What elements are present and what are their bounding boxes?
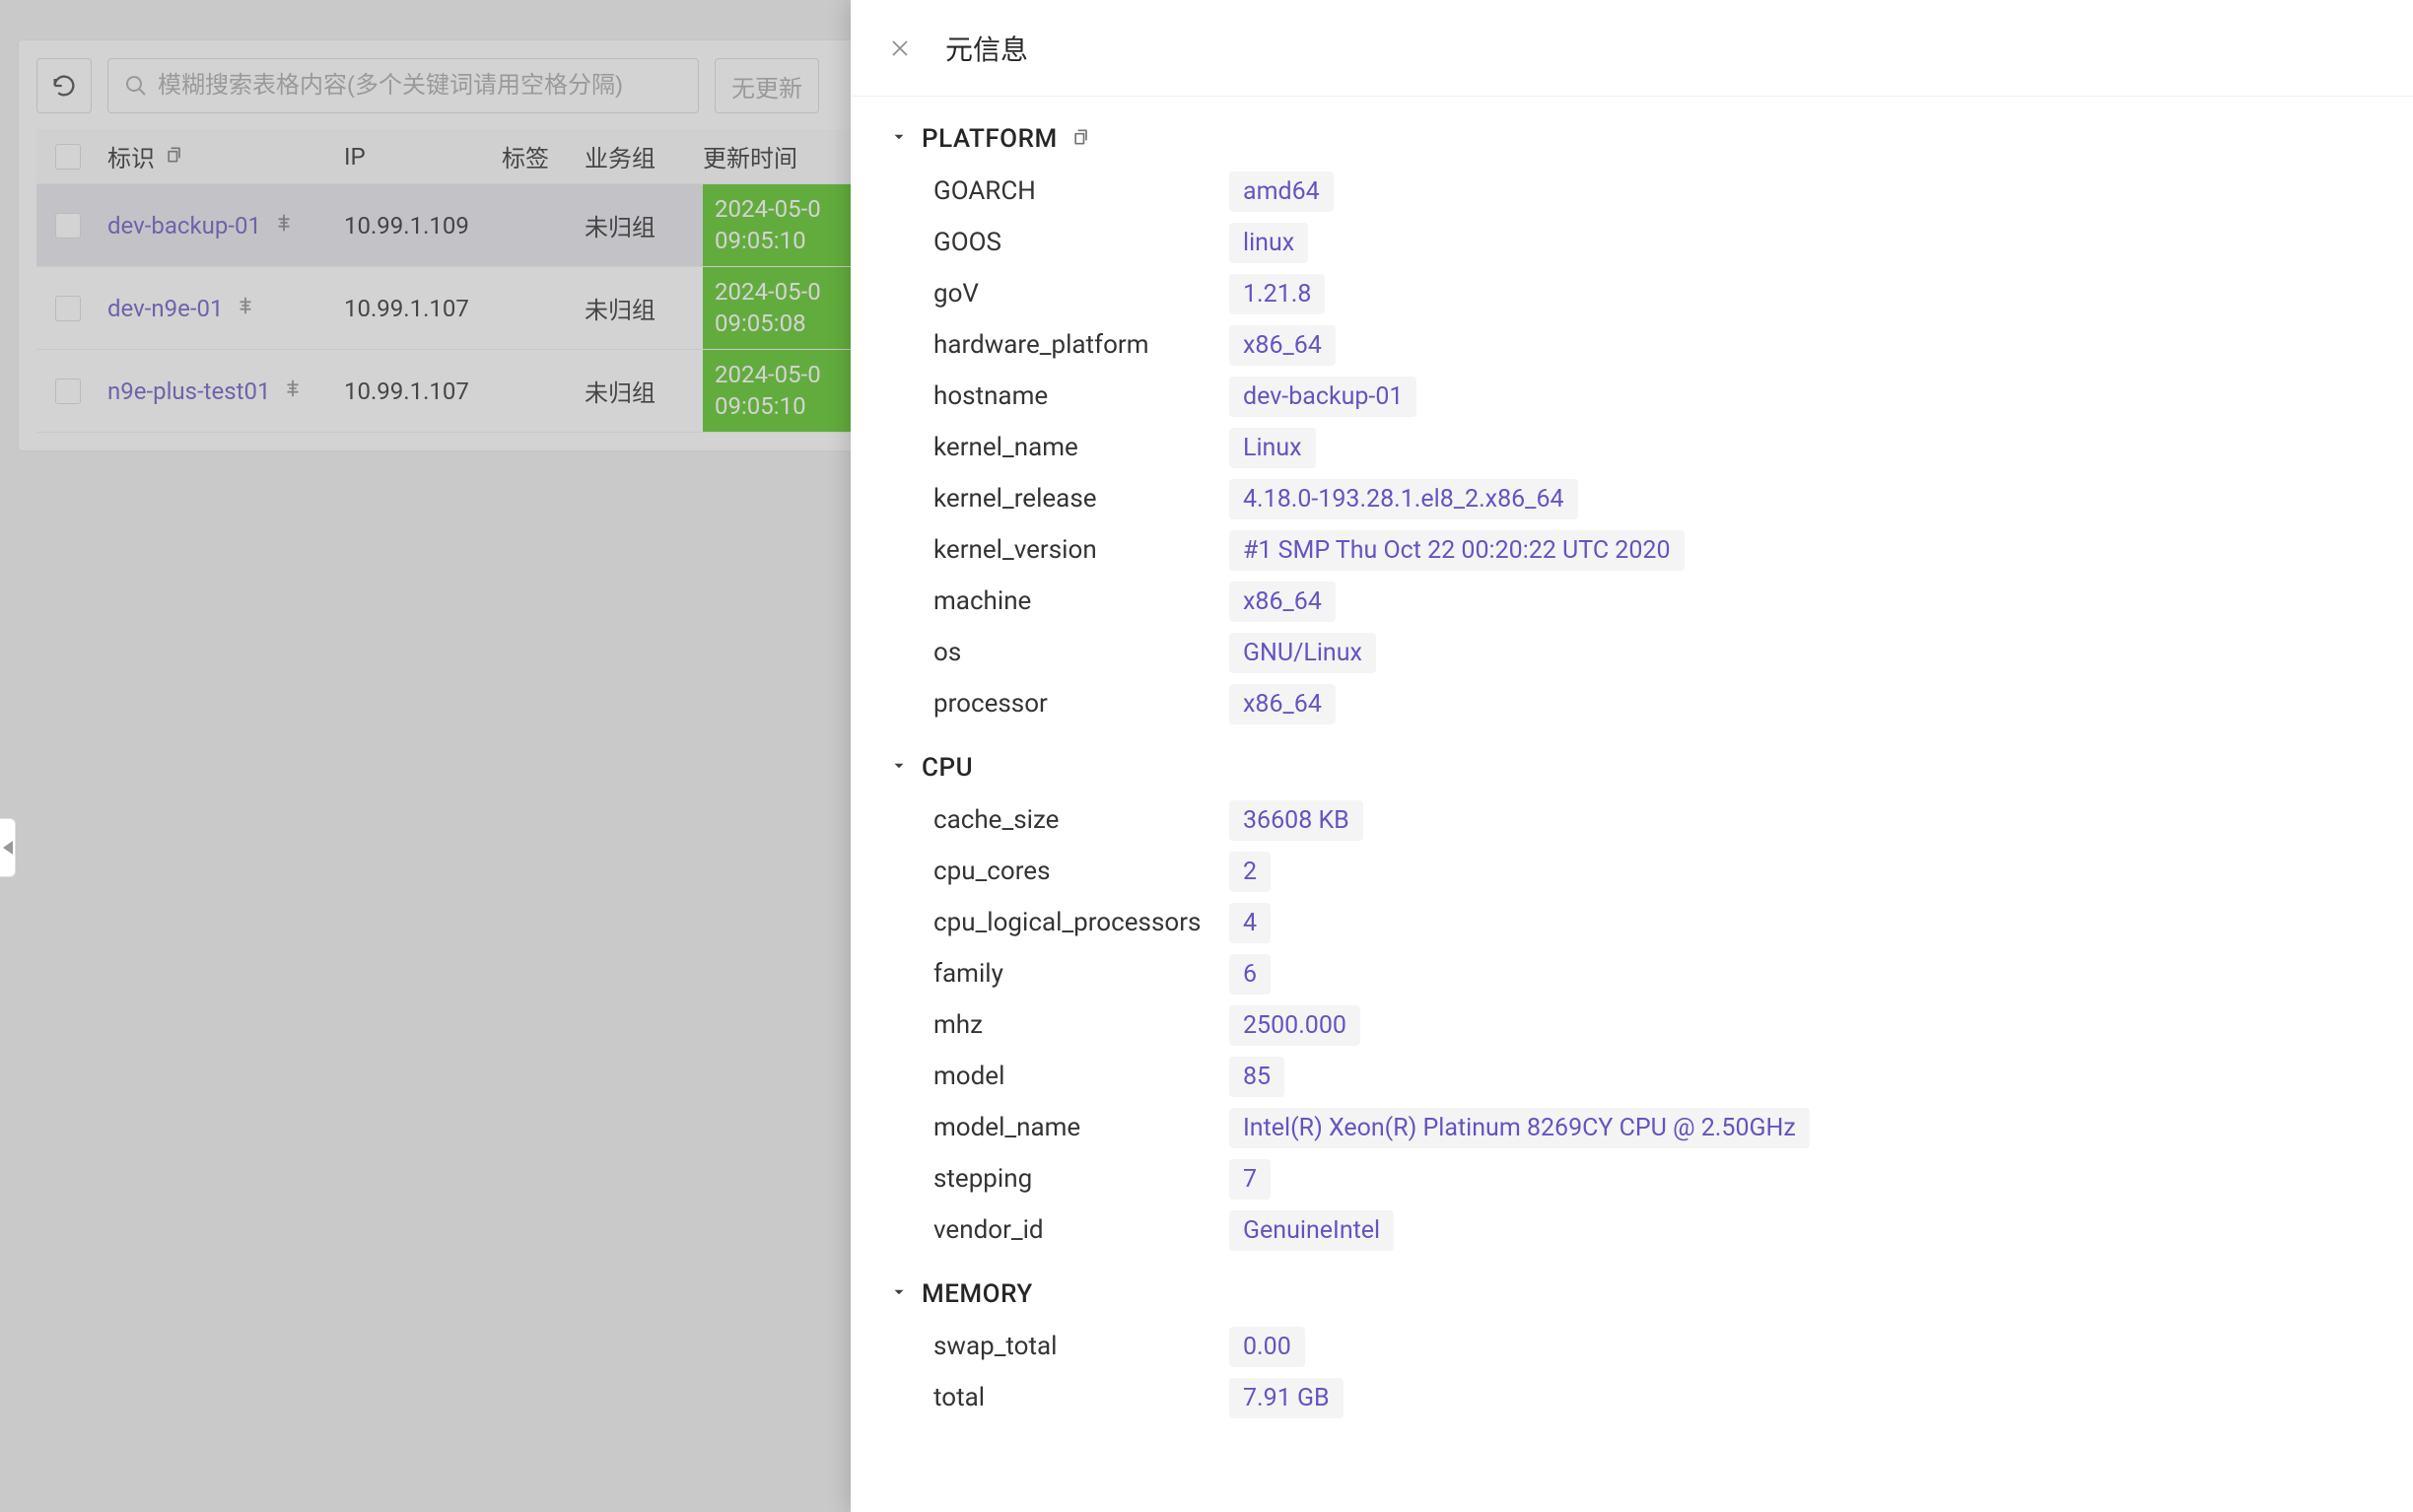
kv-row: cpu_cores2 xyxy=(933,846,2374,897)
copy-icon[interactable] xyxy=(1071,127,1091,151)
kv-value: 4 xyxy=(1229,903,1271,943)
kv-row: mhz2500.000 xyxy=(933,999,2374,1051)
kv-key: kernel_release xyxy=(933,484,1229,514)
sidebar-collapse-handle[interactable] xyxy=(0,818,16,877)
kv-value: dev-backup-01 xyxy=(1229,377,1416,417)
section-title: PLATFORM xyxy=(922,124,1058,154)
kv-row: goV1.21.8 xyxy=(933,268,2374,319)
kv-row: processorx86_64 xyxy=(933,678,2374,729)
kv-row: cpu_logical_processors4 xyxy=(933,897,2374,948)
kv-value: 6 xyxy=(1229,954,1271,995)
kv-row: hardware_platformx86_64 xyxy=(933,319,2374,371)
kv-key: os xyxy=(933,638,1229,667)
kv-list: swap_total0.00total7.91 GB xyxy=(890,1321,2374,1423)
kv-row: family6 xyxy=(933,948,2374,999)
kv-key: vendor_id xyxy=(933,1215,1229,1245)
kv-key: goV xyxy=(933,279,1229,309)
kv-key: stepping xyxy=(933,1164,1229,1194)
kv-value: x86_64 xyxy=(1229,582,1336,622)
kv-row: stepping7 xyxy=(933,1153,2374,1204)
kv-key: GOOS xyxy=(933,228,1229,257)
kv-value: 7.91 GB xyxy=(1229,1378,1344,1418)
kv-value: GenuineIntel xyxy=(1229,1210,1394,1251)
kv-value: x86_64 xyxy=(1229,325,1336,366)
kv-row: model_nameIntel(R) Xeon(R) Platinum 8269… xyxy=(933,1102,2374,1153)
kv-key: hardware_platform xyxy=(933,330,1229,360)
kv-row: GOARCHamd64 xyxy=(933,166,2374,217)
kv-row: cache_size36608 KB xyxy=(933,794,2374,846)
kv-row: kernel_version#1 SMP Thu Oct 22 00:20:22… xyxy=(933,524,2374,576)
kv-value: 36608 KB xyxy=(1229,800,1363,841)
section-header-memory[interactable]: MEMORY xyxy=(890,1279,2374,1309)
kv-row: kernel_nameLinux xyxy=(933,422,2374,473)
kv-key: total xyxy=(933,1383,1229,1412)
meta-info-drawer: 元信息 PLATFORMGOARCHamd64GOOSlinuxgoV1.21.… xyxy=(851,0,2413,1512)
kv-value: Linux xyxy=(1229,428,1316,468)
kv-value: 0.00 xyxy=(1229,1327,1305,1367)
section-title: CPU xyxy=(922,753,973,783)
kv-value: 2500.000 xyxy=(1229,1005,1360,1046)
kv-value: 1.21.8 xyxy=(1229,274,1325,314)
kv-value: x86_64 xyxy=(1229,684,1336,724)
kv-value: amd64 xyxy=(1229,172,1334,212)
kv-key: cpu_logical_processors xyxy=(933,908,1229,937)
kv-row: machinex86_64 xyxy=(933,576,2374,627)
kv-key: machine xyxy=(933,586,1229,616)
kv-value: Intel(R) Xeon(R) Platinum 8269CY CPU @ 2… xyxy=(1229,1108,1810,1148)
kv-value: 4.18.0-193.28.1.el8_2.x86_64 xyxy=(1229,479,1578,519)
chevron-down-icon xyxy=(890,757,908,779)
drawer-title: 元信息 xyxy=(945,29,1028,68)
drawer-header: 元信息 xyxy=(851,0,2413,97)
close-button[interactable] xyxy=(888,36,912,60)
kv-value: linux xyxy=(1229,223,1308,263)
kv-key: model_name xyxy=(933,1113,1229,1142)
chevron-down-icon xyxy=(890,1283,908,1305)
section-header-platform[interactable]: PLATFORM xyxy=(890,124,2374,154)
chevron-down-icon xyxy=(890,128,908,150)
kv-value: 85 xyxy=(1229,1057,1284,1097)
kv-row: swap_total0.00 xyxy=(933,1321,2374,1372)
kv-row: GOOSlinux xyxy=(933,217,2374,268)
kv-key: family xyxy=(933,959,1229,989)
kv-key: swap_total xyxy=(933,1332,1229,1361)
kv-key: hostname xyxy=(933,381,1229,411)
kv-row: model85 xyxy=(933,1051,2374,1102)
drawer-body: PLATFORMGOARCHamd64GOOSlinuxgoV1.21.8har… xyxy=(851,97,2413,1512)
kv-value: 2 xyxy=(1229,852,1271,892)
close-icon xyxy=(888,36,912,60)
kv-row: vendor_idGenuineIntel xyxy=(933,1204,2374,1256)
kv-row: kernel_release4.18.0-193.28.1.el8_2.x86_… xyxy=(933,473,2374,524)
kv-value: 7 xyxy=(1229,1159,1271,1200)
kv-list: GOARCHamd64GOOSlinuxgoV1.21.8hardware_pl… xyxy=(890,166,2374,729)
kv-key: cpu_cores xyxy=(933,857,1229,886)
kv-key: cache_size xyxy=(933,805,1229,835)
kv-row: total7.91 GB xyxy=(933,1372,2374,1423)
kv-value: #1 SMP Thu Oct 22 00:20:22 UTC 2020 xyxy=(1229,530,1685,571)
kv-row: hostnamedev-backup-01 xyxy=(933,371,2374,422)
kv-key: kernel_version xyxy=(933,535,1229,565)
kv-key: mhz xyxy=(933,1010,1229,1040)
section-header-cpu[interactable]: CPU xyxy=(890,753,2374,783)
kv-row: osGNU/Linux xyxy=(933,627,2374,678)
kv-key: kernel_name xyxy=(933,433,1229,462)
kv-list: cache_size36608 KBcpu_cores2cpu_logical_… xyxy=(890,794,2374,1256)
kv-key: GOARCH xyxy=(933,176,1229,206)
kv-value: GNU/Linux xyxy=(1229,633,1376,673)
section-title: MEMORY xyxy=(922,1279,1033,1309)
kv-key: model xyxy=(933,1062,1229,1091)
kv-key: processor xyxy=(933,689,1229,719)
